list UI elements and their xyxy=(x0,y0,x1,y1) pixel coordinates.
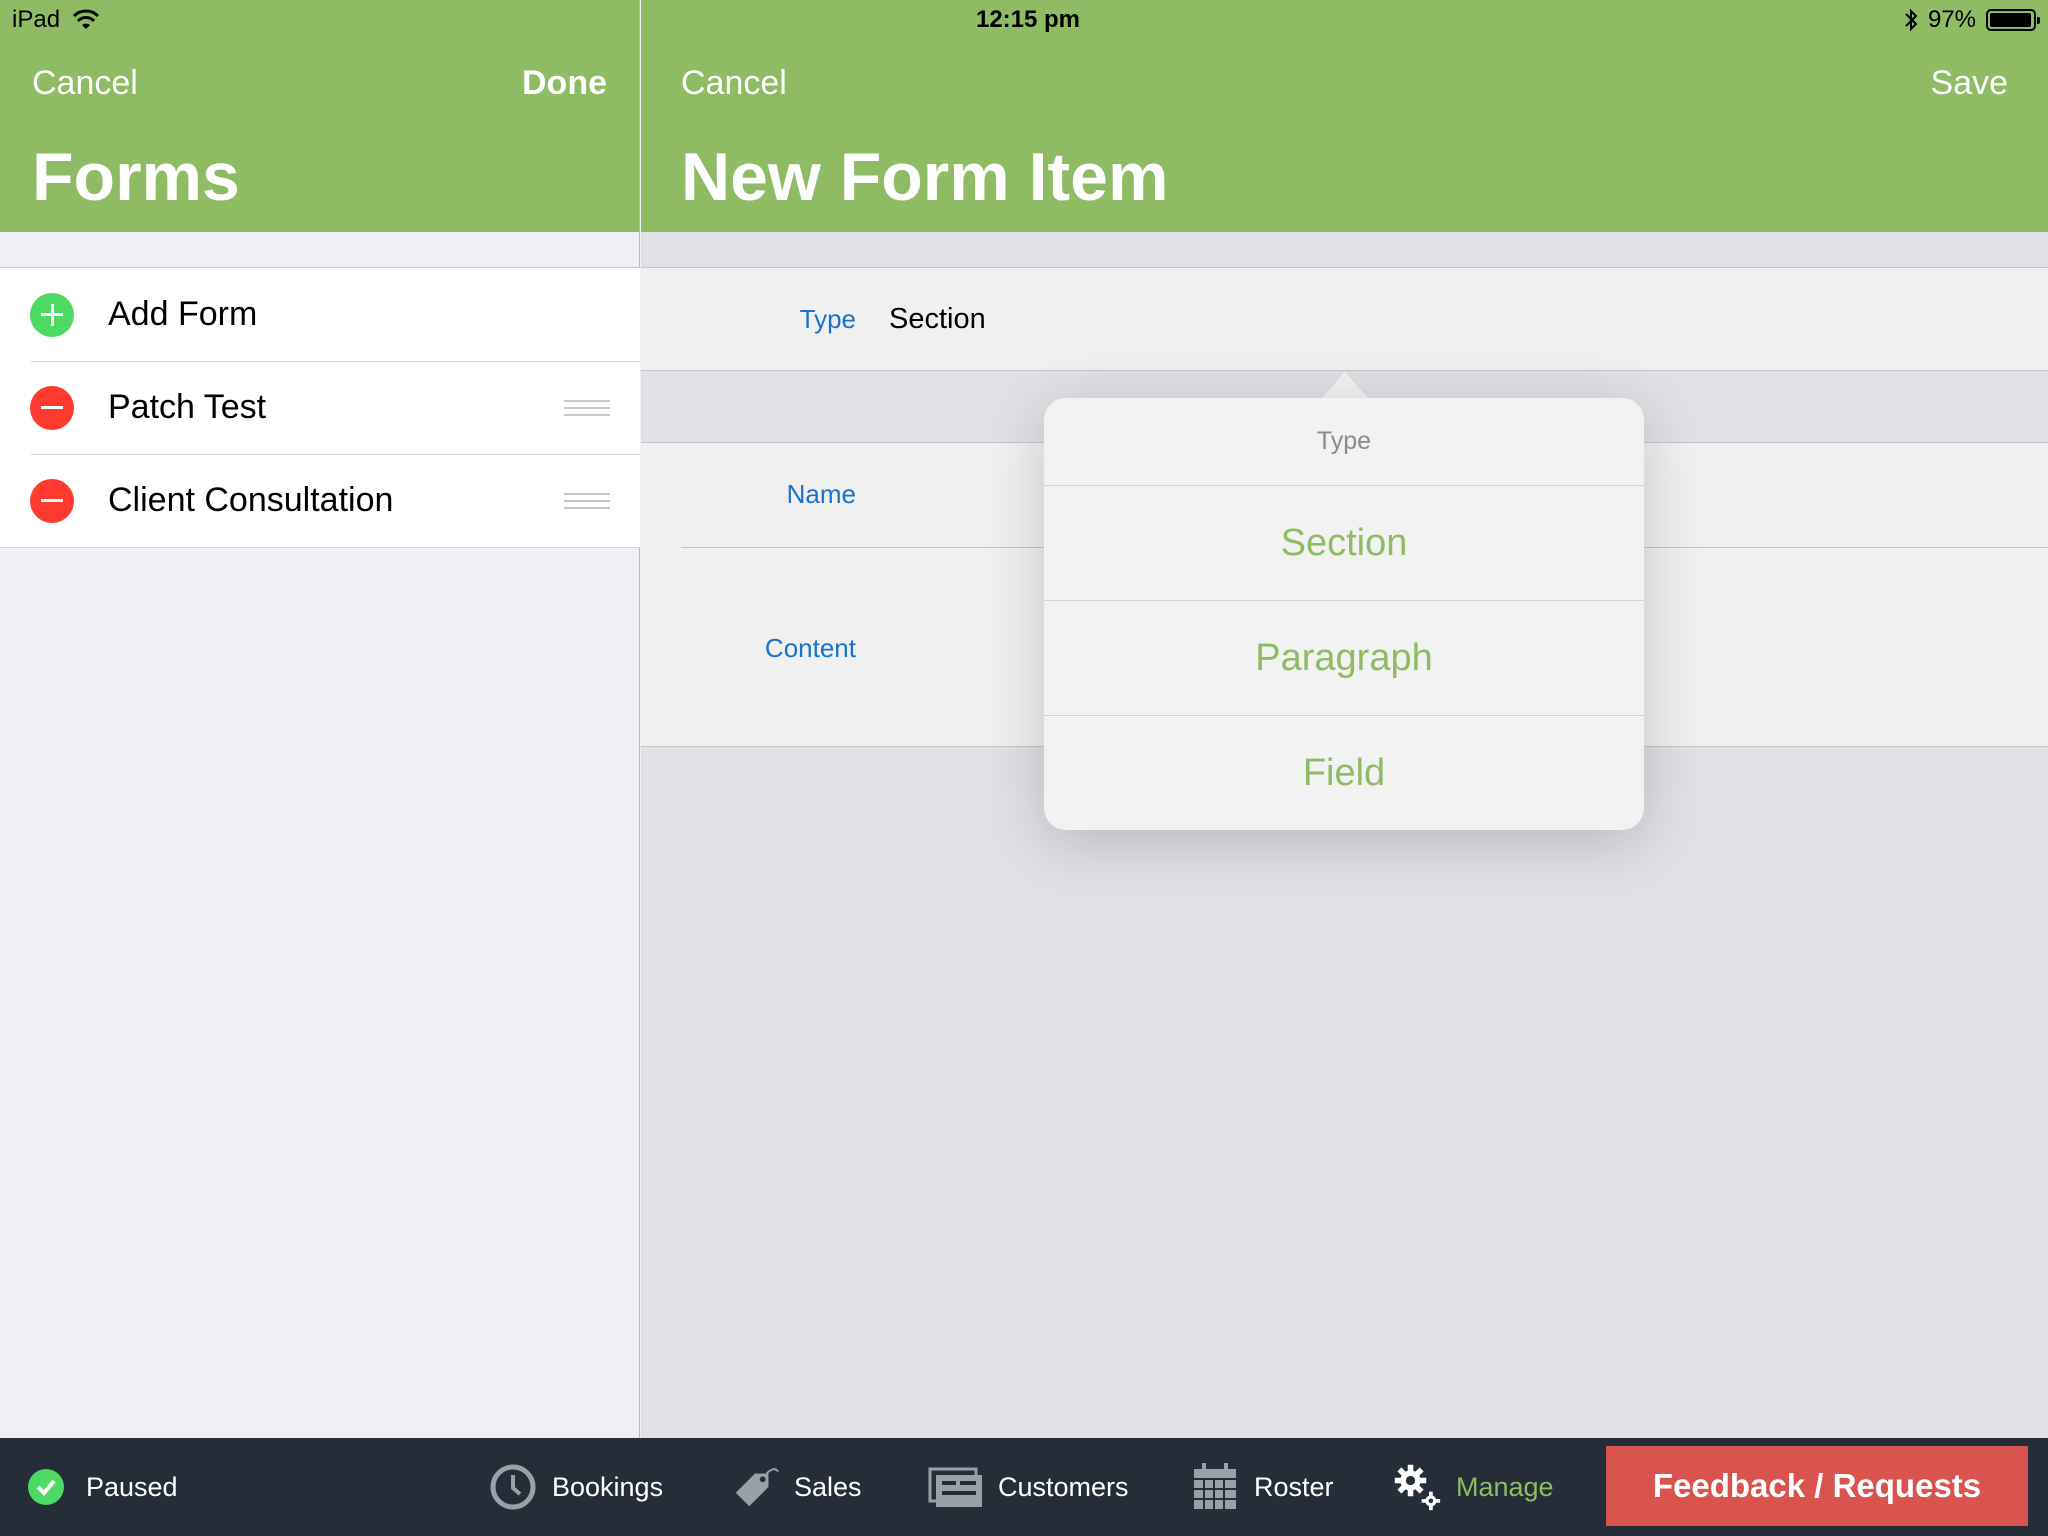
reorder-handle-icon[interactable] xyxy=(564,399,610,416)
status-label: Paused xyxy=(86,1471,178,1502)
gear-icon xyxy=(1392,1462,1442,1512)
reorder-handle-icon[interactable] xyxy=(564,492,610,509)
tab-label: Manage xyxy=(1456,1471,1554,1502)
tab-roster[interactable]: Roster xyxy=(1190,1438,1334,1536)
tab-label: Customers xyxy=(998,1471,1129,1502)
forms-list: Add Form Patch Test Client Consultation xyxy=(0,267,640,548)
check-icon xyxy=(28,1469,64,1505)
add-form-row[interactable]: Add Form xyxy=(0,268,640,361)
save-button[interactable]: Save xyxy=(1931,64,2009,103)
forms-pane: Cancel Done Forms Add Form Patch Test Cl… xyxy=(0,0,640,1438)
type-picker-popover: Type Section Paragraph Field xyxy=(1044,398,1644,830)
clock-icon xyxy=(488,1462,538,1512)
delete-icon[interactable] xyxy=(30,385,74,430)
popover-arrow xyxy=(1321,372,1369,399)
option-section[interactable]: Section xyxy=(1044,486,1644,601)
bluetooth-icon xyxy=(1905,8,1918,32)
clock: 12:15 pm xyxy=(975,6,1081,33)
list-item-label: Add Form xyxy=(108,295,258,333)
done-button[interactable]: Done xyxy=(522,64,607,103)
option-paragraph[interactable]: Paragraph xyxy=(1044,601,1644,716)
calendar-icon xyxy=(1190,1462,1240,1512)
battery-icon xyxy=(1986,9,2040,31)
option-field[interactable]: Field xyxy=(1044,716,1644,830)
tab-manage[interactable]: Manage xyxy=(1392,1438,1554,1536)
tab-sales[interactable]: Sales xyxy=(730,1438,862,1536)
page-title: Forms xyxy=(32,139,240,215)
price-tag-icon xyxy=(730,1462,780,1512)
tab-customers[interactable]: Customers xyxy=(928,1438,1129,1536)
page-title: New Form Item xyxy=(681,139,1169,215)
battery-percent: 97% xyxy=(1927,6,1976,33)
tab-label: Bookings xyxy=(552,1471,664,1502)
list-item[interactable]: Patch Test xyxy=(0,361,640,454)
list-item-label: Client Consultation xyxy=(108,481,394,519)
cancel-button[interactable]: Cancel xyxy=(681,64,787,103)
tab-label: Sales xyxy=(794,1471,862,1502)
delete-icon[interactable] xyxy=(30,478,74,523)
list-item-label: Patch Test xyxy=(108,388,267,426)
customers-icon xyxy=(928,1462,984,1512)
popover-title: Type xyxy=(1044,398,1644,486)
paused-status[interactable]: Paused xyxy=(28,1438,178,1536)
feedback-button[interactable]: Feedback / Requests xyxy=(1606,1446,2028,1526)
add-icon[interactable] xyxy=(30,292,74,337)
tab-label: Roster xyxy=(1254,1471,1334,1502)
tab-bookings[interactable]: Bookings xyxy=(488,1438,663,1536)
status-bar: iPad 12:15 pm 97% xyxy=(0,0,2048,42)
bottom-toolbar: Paused Bookings Sales Customers Roster M… xyxy=(0,1438,2048,1536)
list-item[interactable]: Client Consultation xyxy=(0,454,640,547)
cancel-button[interactable]: Cancel xyxy=(32,64,138,103)
